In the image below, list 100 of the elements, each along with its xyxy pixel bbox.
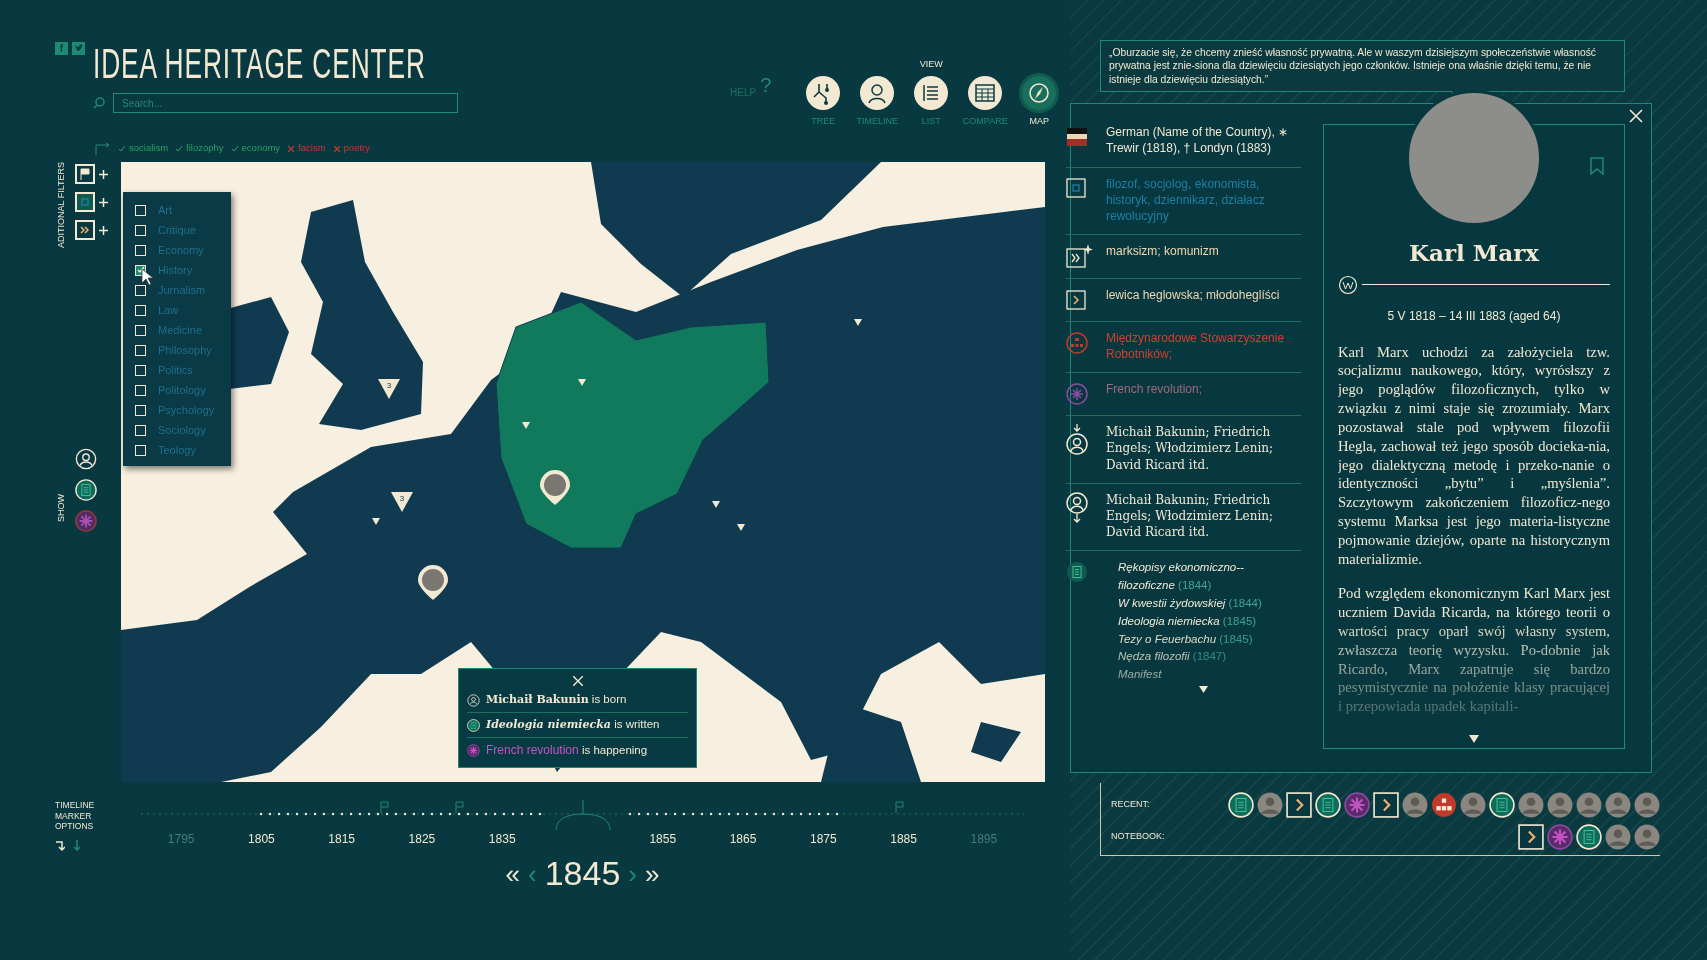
cluster-marker[interactable]: 3 bbox=[391, 492, 413, 512]
portrait-pin[interactable] bbox=[418, 565, 448, 600]
scroll-down-icon[interactable] bbox=[1199, 686, 1208, 693]
help-icon[interactable]: ? bbox=[760, 70, 772, 100]
category-label[interactable]: Philosophy bbox=[158, 341, 212, 359]
work-item[interactable]: Ideologia niemiecka (1845) bbox=[1118, 612, 1266, 631]
filter-tag[interactable]: economy bbox=[231, 141, 281, 156]
close-icon[interactable] bbox=[572, 675, 583, 686]
bird-icon[interactable] bbox=[72, 42, 85, 55]
portrait-pin[interactable] bbox=[540, 470, 570, 505]
portrait-thumbnail[interactable] bbox=[1402, 792, 1428, 819]
portrait-thumbnail[interactable] bbox=[1634, 824, 1660, 851]
arrow-icon[interactable] bbox=[55, 839, 65, 852]
document-icon[interactable] bbox=[1315, 792, 1341, 819]
filter-tag[interactable]: poetry bbox=[333, 141, 370, 156]
portrait-thumbnail[interactable] bbox=[1576, 792, 1602, 819]
checkbox[interactable] bbox=[135, 304, 146, 316]
scroll-down-icon[interactable] bbox=[1469, 734, 1479, 743]
checkbox[interactable] bbox=[135, 224, 146, 236]
location-marker[interactable] bbox=[854, 319, 862, 326]
checkbox[interactable] bbox=[135, 404, 146, 416]
filter-tag[interactable]: facism bbox=[288, 141, 326, 156]
year-tick: 1855 bbox=[648, 831, 678, 848]
chevron-square-icon[interactable] bbox=[1373, 792, 1399, 819]
checkbox[interactable] bbox=[135, 344, 146, 356]
asterisk-icon[interactable] bbox=[75, 510, 97, 532]
category-label[interactable]: Politics bbox=[158, 361, 193, 379]
checkbox[interactable] bbox=[135, 444, 146, 456]
info-text[interactable]: Michaił Bakunin; Friedrich Engels; Włodzimierz Lenin; David Ricard itd. bbox=[1106, 491, 1301, 541]
plus-icon[interactable] bbox=[99, 225, 108, 235]
work-item[interactable]: Nędza filozofii (1847) bbox=[1118, 648, 1266, 667]
checkbox[interactable] bbox=[135, 364, 146, 376]
view-tab[interactable]: TIMELINE bbox=[850, 75, 905, 128]
portrait-thumbnail[interactable] bbox=[1605, 792, 1631, 819]
category-label[interactable]: Psychology bbox=[158, 401, 215, 419]
checkbox[interactable] bbox=[135, 204, 146, 216]
category-label[interactable]: Jurnalism bbox=[158, 281, 206, 299]
organization-icon[interactable] bbox=[1431, 792, 1457, 819]
info-text[interactable]: marksizm; komunizm bbox=[1106, 243, 1301, 260]
bookmark-icon[interactable] bbox=[1590, 157, 1604, 176]
category-label[interactable]: Art bbox=[158, 201, 173, 219]
plus-icon[interactable] bbox=[99, 197, 108, 207]
portrait-thumbnail[interactable] bbox=[1547, 792, 1573, 819]
document-icon[interactable] bbox=[75, 479, 97, 501]
event-text: Ideologia niemiecka is written bbox=[486, 717, 660, 734]
category-label[interactable]: Sociology bbox=[158, 421, 206, 439]
wiki-icon[interactable] bbox=[1338, 274, 1358, 295]
document-icon[interactable] bbox=[1489, 792, 1515, 819]
work-item[interactable]: Tezy o Feuerbachu (1845) bbox=[1118, 630, 1266, 649]
category-label[interactable]: History bbox=[158, 261, 193, 279]
category-label[interactable]: Teology bbox=[158, 441, 196, 459]
person-icon[interactable] bbox=[75, 448, 97, 470]
chevron-square-icon[interactable] bbox=[1518, 824, 1544, 851]
portrait-thumbnail[interactable] bbox=[1634, 792, 1660, 819]
filter-tag[interactable]: filozophy bbox=[176, 141, 224, 156]
document-icon[interactable] bbox=[1576, 824, 1602, 851]
jump-button[interactable]: » bbox=[645, 860, 660, 887]
category-label[interactable]: Medicine bbox=[158, 321, 203, 339]
step-button[interactable]: ‹ bbox=[528, 860, 537, 887]
checkbox[interactable] bbox=[135, 244, 146, 256]
category-label[interactable]: Law bbox=[158, 301, 179, 319]
view-tab[interactable]: COMPARE bbox=[958, 75, 1013, 128]
location-marker[interactable] bbox=[712, 501, 720, 508]
info-text[interactable]: lewica heglowska; młodoheglíści bbox=[1106, 286, 1301, 303]
document-icon[interactable] bbox=[1228, 792, 1254, 819]
location-marker[interactable] bbox=[372, 518, 380, 525]
location-marker[interactable] bbox=[522, 422, 530, 429]
portrait-thumbnail[interactable] bbox=[1460, 792, 1486, 819]
category-label[interactable]: Economy bbox=[158, 241, 204, 259]
checkbox[interactable] bbox=[135, 324, 146, 336]
view-tab[interactable]: LIST bbox=[904, 75, 959, 128]
info-text[interactable]: Michaił Bakunin; Friedrich Engels; Włodzimierz Lenin; David Ricard itd. bbox=[1106, 424, 1301, 473]
portrait-thumbnail[interactable] bbox=[1257, 792, 1283, 819]
info-text[interactable]: filozof, socjolog, ekonomista, historyk, dziennikarz, działacz rewolucyjny bbox=[1106, 175, 1301, 225]
step-button[interactable]: › bbox=[628, 860, 637, 887]
chevron-square-icon bbox=[1066, 289, 1086, 310]
info-text[interactable]: Międzynarodowe Stowarzyszenie Robotników; bbox=[1106, 329, 1301, 363]
portrait-thumbnail[interactable] bbox=[1605, 824, 1631, 851]
plus-icon[interactable] bbox=[99, 169, 108, 179]
work-item[interactable]: Manifest bbox=[1118, 666, 1266, 684]
social-link[interactable]: f bbox=[55, 42, 68, 55]
portrait-thumbnail[interactable] bbox=[1518, 792, 1544, 819]
view-tab[interactable]: TREE bbox=[796, 75, 851, 128]
work-item[interactable]: Rękopisy ekonomiczno--filozoficzne (1844) bbox=[1118, 559, 1266, 595]
cluster-marker[interactable]: 3 bbox=[378, 379, 400, 399]
category-label[interactable]: Critique bbox=[158, 221, 196, 239]
checkbox[interactable] bbox=[135, 384, 146, 396]
info-text[interactable]: French revolution; bbox=[1106, 381, 1301, 398]
jump-button[interactable]: « bbox=[505, 860, 520, 887]
filter-tag[interactable]: socialism bbox=[119, 141, 169, 156]
category-label[interactable]: Politology bbox=[158, 381, 206, 399]
work-item[interactable]: W kwestii żydowskiej (1844) bbox=[1118, 594, 1266, 613]
checkbox[interactable] bbox=[135, 284, 146, 296]
chevron-square-icon[interactable] bbox=[1286, 792, 1312, 819]
location-marker[interactable] bbox=[737, 524, 745, 531]
view-tab[interactable]: MAP bbox=[1012, 75, 1067, 128]
cross-icon bbox=[288, 145, 295, 152]
checkbox[interactable] bbox=[135, 424, 146, 436]
search-field[interactable]: Search... bbox=[113, 93, 458, 113]
location-marker[interactable] bbox=[578, 379, 586, 386]
